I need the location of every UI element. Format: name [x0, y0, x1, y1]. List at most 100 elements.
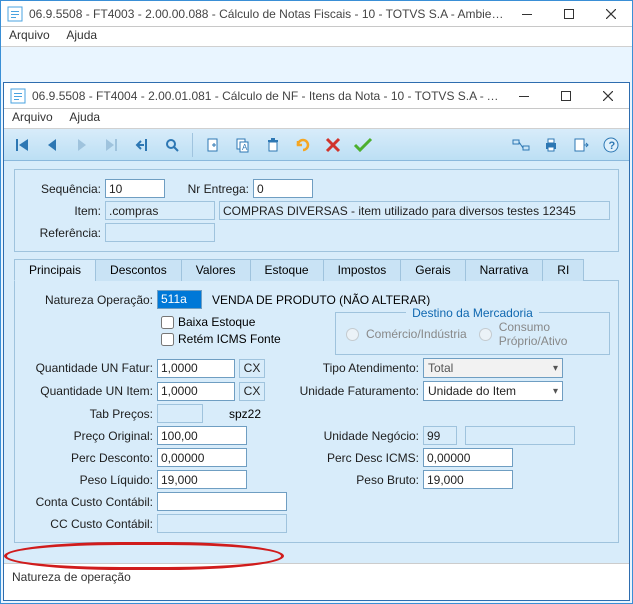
tab-estoque[interactable]: Estoque	[250, 259, 324, 281]
conta-custo-contabil-label: Conta Custo Contábil:	[23, 495, 153, 509]
inner-title: 06.9.5508 - FT4004 - 2.00.01.081 - Cálcu…	[32, 89, 503, 103]
destino-comercio-label: Comércio/Indústria	[366, 327, 467, 341]
natureza-operacao-code[interactable]: 511a	[157, 290, 202, 309]
goto-button[interactable]	[130, 133, 154, 157]
referencia-field	[105, 223, 215, 242]
retem-icms-label: Retém ICMS Fonte	[178, 332, 281, 346]
unidade-negocio-field	[423, 426, 457, 445]
qtd-fatur-field[interactable]	[157, 359, 235, 378]
status-text: Natureza de operação	[12, 570, 131, 584]
preco-original-field[interactable]	[157, 426, 247, 445]
item-desc-field	[219, 201, 610, 220]
peso-liquido-field[interactable]	[157, 470, 247, 489]
item-code-field	[105, 201, 215, 220]
conta-custo-contabil-field[interactable]	[157, 492, 287, 511]
tipo-atendimento-select[interactable]: Total▾	[423, 358, 563, 378]
prev-record-button[interactable]	[40, 133, 64, 157]
peso-bruto-label: Peso Bruto:	[254, 473, 419, 487]
qtd-item-un: CX	[239, 382, 265, 401]
tab-gerais[interactable]: Gerais	[400, 259, 465, 281]
baixa-estoque-label: Baixa Estoque	[178, 315, 255, 329]
outer-window: 06.9.5508 - FT4003 - 2.00.00.088 - Cálcu…	[0, 0, 633, 604]
cc-custo-contabil-label: CC Custo Contábil:	[23, 517, 153, 531]
export-button[interactable]	[569, 133, 593, 157]
related-button[interactable]	[509, 133, 533, 157]
qtd-item-label: Quantidade UN Item:	[23, 384, 153, 398]
outer-menubar: Arquivo Ajuda	[1, 27, 632, 47]
outer-menu-help[interactable]: Ajuda	[66, 28, 97, 42]
status-bar: Natureza de operação	[4, 563, 629, 600]
retem-icms-checkbox[interactable]	[161, 333, 174, 346]
outer-title: 06.9.5508 - FT4003 - 2.00.00.088 - Cálcu…	[29, 7, 506, 21]
print-button[interactable]	[539, 133, 563, 157]
destino-consumo-label: Consumo Próprio/Ativo	[499, 320, 599, 348]
tab-narrativa[interactable]: Narrativa	[465, 259, 544, 281]
cancel-button[interactable]	[321, 133, 345, 157]
tab-impostos[interactable]: Impostos	[323, 259, 402, 281]
tab-ri[interactable]: RI	[542, 259, 584, 281]
inner-maximize-button[interactable]	[545, 83, 587, 109]
new-button[interactable]	[201, 133, 225, 157]
nr-entrega-field[interactable]	[253, 179, 313, 198]
content-area: Sequência: Nr Entrega: Item: Referência:	[4, 161, 629, 563]
chevron-down-icon: ▾	[553, 363, 558, 374]
confirm-button[interactable]	[351, 133, 375, 157]
delete-button[interactable]	[261, 133, 285, 157]
inner-menu-help[interactable]: Ajuda	[69, 110, 100, 124]
help-button[interactable]: ?	[599, 133, 623, 157]
inner-window: 06.9.5508 - FT4004 - 2.00.01.081 - Cálcu…	[3, 82, 630, 601]
svg-text:?: ?	[609, 140, 616, 152]
first-record-button[interactable]	[10, 133, 34, 157]
cc-custo-contabil-field	[157, 514, 287, 533]
destino-consumo-radio	[479, 328, 492, 341]
toolbar: A ?	[4, 129, 629, 161]
perc-desc-icms-field[interactable]	[423, 448, 513, 467]
unidade-faturamento-select[interactable]: Unidade do Item▾	[423, 381, 563, 401]
sequencia-label: Sequência:	[23, 182, 101, 196]
referencia-label: Referência:	[23, 226, 101, 240]
search-button[interactable]	[160, 133, 184, 157]
natureza-operacao-label: Natureza Operação:	[23, 293, 153, 307]
inner-titlebar: 06.9.5508 - FT4004 - 2.00.01.081 - Cálcu…	[4, 83, 629, 109]
destino-legend: Destino da Mercadoria	[406, 306, 539, 320]
qtd-fatur-label: Quantidade UN Fatur:	[23, 361, 153, 375]
tabstrip: Principais Descontos Valores Estoque Imp…	[14, 258, 619, 281]
unidade-negocio-label: Unidade Negócio:	[254, 429, 419, 443]
header-group: Sequência: Nr Entrega: Item: Referência:	[14, 169, 619, 252]
unidade-negocio-desc	[465, 426, 575, 445]
tab-precos-code	[157, 404, 203, 423]
unidade-faturamento-label: Unidade Faturamento:	[289, 384, 419, 398]
nr-entrega-label: Nr Entrega:	[169, 182, 249, 196]
perc-desc-icms-label: Perc Desc ICMS:	[254, 451, 419, 465]
copy-button[interactable]: A	[231, 133, 255, 157]
baixa-estoque-checkbox[interactable]	[161, 316, 174, 329]
tab-valores[interactable]: Valores	[181, 259, 251, 281]
outer-close-button[interactable]	[590, 1, 632, 27]
natureza-operacao-desc: VENDA DE PRODUTO (NÃO ALTERAR)	[212, 293, 430, 307]
next-record-button[interactable]	[70, 133, 94, 157]
outer-menu-file[interactable]: Arquivo	[9, 28, 50, 42]
item-label: Item:	[23, 204, 101, 218]
svg-text:A: A	[242, 143, 248, 152]
sequencia-field[interactable]	[105, 179, 165, 198]
tab-precos-desc: spz22	[229, 407, 261, 421]
chevron-down-icon: ▾	[553, 386, 558, 397]
outer-minimize-button[interactable]	[506, 1, 548, 27]
preco-original-label: Preço Original:	[23, 429, 153, 443]
tab-principais[interactable]: Principais	[14, 259, 96, 281]
inner-menu-file[interactable]: Arquivo	[12, 110, 53, 124]
last-record-button[interactable]	[100, 133, 124, 157]
inner-minimize-button[interactable]	[503, 83, 545, 109]
qtd-item-field[interactable]	[157, 382, 235, 401]
tab-panel-principais: Natureza Operação: 511a VENDA DE PRODUTO…	[14, 281, 619, 543]
outer-maximize-button[interactable]	[548, 1, 590, 27]
perc-desconto-field[interactable]	[157, 448, 247, 467]
outer-titlebar: 06.9.5508 - FT4003 - 2.00.00.088 - Cálcu…	[1, 1, 632, 27]
app-icon	[10, 88, 26, 104]
destino-mercadoria-group: Destino da Mercadoria Comércio/Indústria…	[335, 312, 610, 355]
peso-bruto-field[interactable]	[423, 470, 513, 489]
undo-button[interactable]	[291, 133, 315, 157]
inner-close-button[interactable]	[587, 83, 629, 109]
inner-menubar: Arquivo Ajuda	[4, 109, 629, 129]
tab-descontos[interactable]: Descontos	[95, 259, 182, 281]
